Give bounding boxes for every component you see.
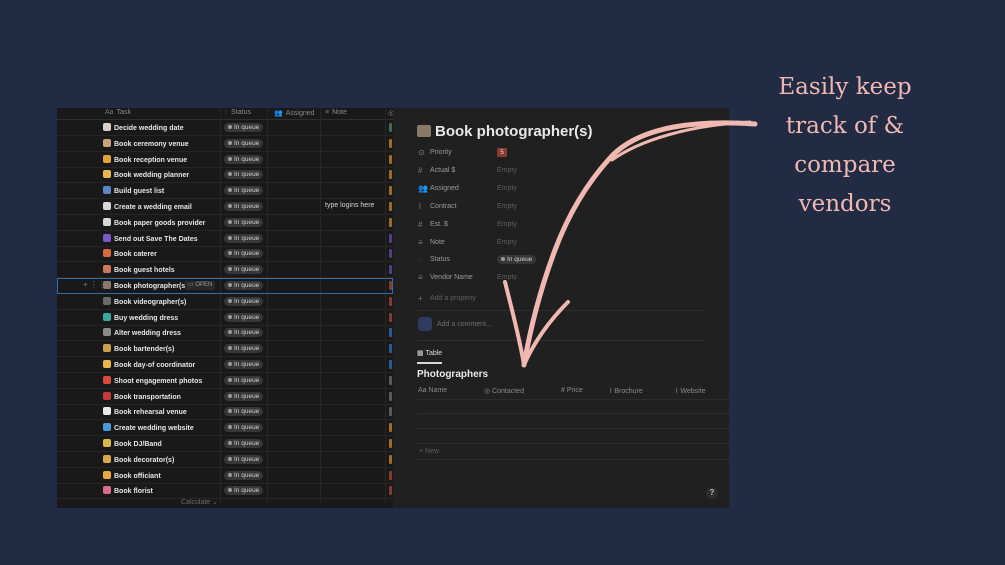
tagline: Easily keep track of & compare vendors bbox=[778, 74, 912, 217]
arrow-head bbox=[503, 280, 570, 367]
arrow-stroke bbox=[521, 120, 758, 368]
